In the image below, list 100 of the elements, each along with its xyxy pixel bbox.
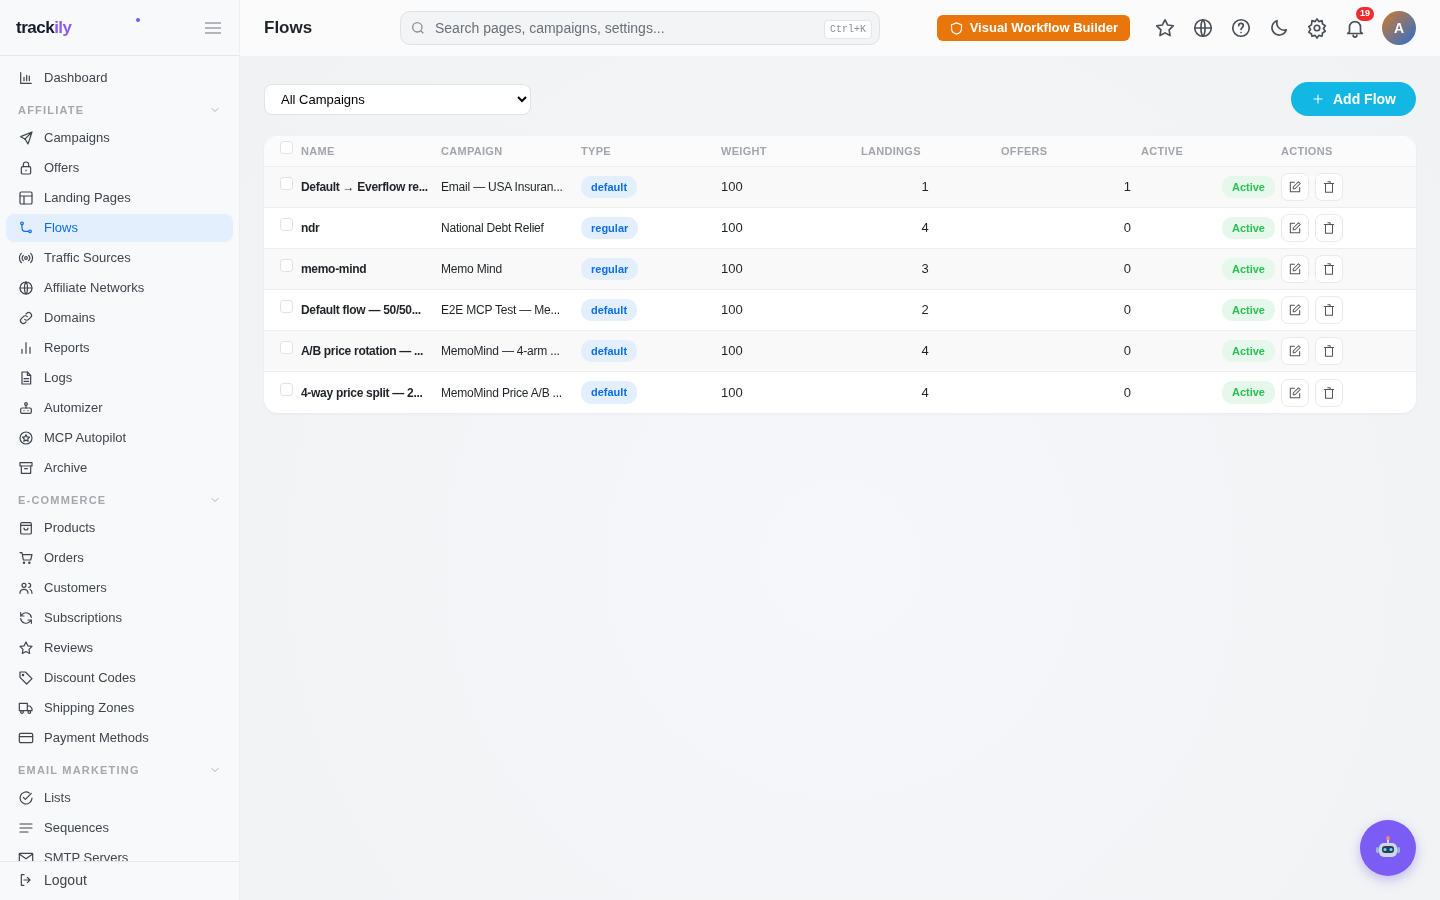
row-checkbox[interactable] bbox=[280, 259, 293, 273]
pencil-icon bbox=[1288, 385, 1302, 400]
type-badge: default bbox=[581, 381, 638, 404]
sidebar-item[interactable]: Landing Pages bbox=[6, 184, 233, 212]
column-header: CAMPAIGN bbox=[441, 145, 503, 158]
column-header: LANDINGS bbox=[861, 145, 921, 158]
globe-icon[interactable] bbox=[1192, 17, 1214, 39]
lock-icon bbox=[18, 160, 34, 176]
sidebar-item[interactable]: Dashboard bbox=[6, 64, 233, 92]
sidebar-item[interactable]: Orders bbox=[6, 544, 233, 572]
sidebar-item[interactable]: Logs bbox=[6, 364, 233, 392]
edit-button[interactable] bbox=[1281, 255, 1309, 283]
pencil-icon bbox=[1288, 221, 1302, 235]
sidebar-item[interactable]: Archive bbox=[6, 454, 233, 482]
bar-chart-icon bbox=[18, 340, 34, 356]
pencil-icon bbox=[1288, 262, 1302, 276]
robot-icon bbox=[18, 400, 34, 416]
sidebar-item[interactable]: Traffic Sources bbox=[6, 244, 233, 272]
flow-name: memo-mind bbox=[301, 262, 367, 276]
sidebar-item[interactable]: Shipping Zones bbox=[6, 694, 233, 722]
row-checkbox[interactable] bbox=[280, 300, 293, 314]
sidebar-item[interactable]: Customers bbox=[6, 574, 233, 602]
trash-icon bbox=[1322, 303, 1336, 317]
plus-icon bbox=[1311, 92, 1325, 106]
row-checkbox[interactable] bbox=[280, 177, 293, 191]
edit-button[interactable] bbox=[1281, 296, 1309, 324]
sidebar-item[interactable]: Payment Methods bbox=[6, 724, 233, 752]
row-checkbox[interactable] bbox=[280, 341, 293, 355]
edit-button[interactable] bbox=[1281, 337, 1309, 365]
user-avatar[interactable]: A bbox=[1382, 11, 1416, 45]
pencil-icon bbox=[1288, 180, 1302, 194]
help-icon[interactable] bbox=[1230, 17, 1252, 39]
dot-icon bbox=[136, 18, 141, 22]
shield-icon bbox=[948, 20, 964, 36]
logo: trackily bbox=[16, 16, 72, 39]
type-badge: default bbox=[581, 339, 638, 363]
sidebar-item[interactable]: Products bbox=[6, 514, 233, 542]
edit-button[interactable] bbox=[1281, 173, 1309, 201]
sidebar-item[interactable]: Reviews bbox=[6, 634, 233, 662]
landings-count: 4 bbox=[921, 220, 929, 236]
campaign-name: MemoMind — 4-arm ... bbox=[441, 344, 560, 358]
bar-chart-icon bbox=[18, 70, 34, 86]
edit-button[interactable] bbox=[1281, 378, 1309, 407]
sidebar-item[interactable]: MCP Autopilot bbox=[6, 424, 233, 452]
star-icon[interactable] bbox=[1154, 17, 1176, 39]
sidebar-item[interactable]: Subscriptions bbox=[6, 604, 233, 632]
offers-count: 0 bbox=[1123, 343, 1131, 359]
edit-button[interactable] bbox=[1281, 214, 1309, 242]
offers-count: 1 bbox=[1123, 179, 1131, 195]
sidebar-item[interactable]: Affiliate Networks bbox=[6, 274, 233, 302]
weight-value: 100 bbox=[721, 302, 743, 318]
bag-icon bbox=[18, 520, 34, 536]
column-header: NAME bbox=[301, 145, 335, 158]
star-icon bbox=[18, 640, 34, 656]
sidebar-item[interactable]: Sequences bbox=[6, 814, 233, 842]
moon-icon[interactable] bbox=[1268, 17, 1290, 39]
delete-button[interactable] bbox=[1315, 214, 1343, 242]
weight-value: 100 bbox=[721, 220, 743, 236]
status-badge: Active bbox=[1221, 381, 1275, 404]
credit-card-icon bbox=[18, 730, 34, 746]
row-checkbox[interactable] bbox=[280, 218, 293, 232]
landings-count: 4 bbox=[921, 343, 929, 359]
logout-link[interactable]: Logout bbox=[6, 866, 233, 894]
campaign-name: E2E MCP Test — Me... bbox=[441, 303, 560, 317]
delete-button[interactable] bbox=[1315, 255, 1343, 283]
weight-value: 100 bbox=[721, 384, 743, 400]
page-title: Flows bbox=[264, 17, 314, 39]
sidebar-item[interactable]: Lists bbox=[6, 784, 233, 812]
send-icon bbox=[18, 130, 34, 146]
trash-icon bbox=[1322, 262, 1336, 276]
lines-icon bbox=[18, 820, 34, 836]
sidebar-item[interactable]: Reports bbox=[6, 334, 233, 362]
star-badge-icon bbox=[18, 430, 34, 446]
sidebar-item[interactable]: Offers bbox=[6, 154, 233, 182]
status-badge: Active bbox=[1221, 298, 1275, 322]
campaign-select[interactable]: All Campaigns bbox=[264, 83, 531, 115]
sidebar-item[interactable]: Domains bbox=[6, 304, 233, 332]
type-badge: default bbox=[581, 175, 638, 199]
settings-icon[interactable] bbox=[1306, 17, 1328, 39]
type-badge: default bbox=[581, 298, 638, 322]
sidebar-item[interactable]: Discount Codes bbox=[6, 664, 233, 692]
delete-button[interactable] bbox=[1315, 337, 1343, 365]
campaign-name: Email — USA Insuran... bbox=[441, 180, 563, 194]
sidebar-item[interactable]: Flows bbox=[6, 214, 233, 242]
sidebar-item[interactable]: Campaigns bbox=[6, 124, 233, 152]
flow-name: ndr bbox=[301, 221, 320, 235]
delete-button[interactable] bbox=[1315, 173, 1343, 201]
branch-icon bbox=[18, 220, 34, 236]
row-checkbox[interactable] bbox=[280, 382, 293, 396]
landings-count: 3 bbox=[921, 261, 929, 277]
delete-button[interactable] bbox=[1315, 378, 1343, 407]
layout-icon bbox=[18, 190, 34, 206]
type-badge: regular bbox=[581, 257, 639, 281]
notification-count: 19 bbox=[1356, 7, 1374, 21]
flow-name: Default → Everflow re... bbox=[301, 180, 428, 194]
status-badge: Active bbox=[1221, 339, 1275, 363]
delete-button[interactable] bbox=[1315, 296, 1343, 324]
sidebar-item[interactable]: Automizer bbox=[6, 394, 233, 422]
select-all-checkbox[interactable] bbox=[280, 141, 293, 155]
offers-count: 0 bbox=[1123, 384, 1131, 400]
